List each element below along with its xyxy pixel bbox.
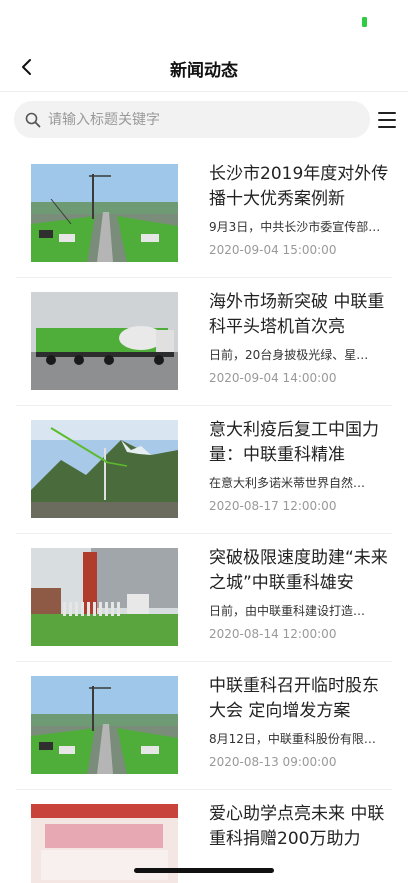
news-list: 长沙市2019年度对外传播十大优秀案例新 9月3日，中共长沙市委宣传部… 202… <box>0 150 408 883</box>
nav-bar: 新闻动态 <box>0 44 408 90</box>
news-item[interactable]: 突破极限速度助建“未来之城”中联重科雄安 日前，由中联重科建设打造… 2020-… <box>16 534 392 662</box>
news-item[interactable]: 长沙市2019年度对外传播十大优秀案例新 9月3日，中共长沙市委宣传部… 202… <box>16 150 392 278</box>
search-icon <box>24 111 42 129</box>
battery-icon <box>362 17 367 27</box>
status-bar <box>0 0 408 44</box>
news-title: 意大利疫后复工中国力量：中联重科精准 <box>209 420 379 465</box>
news-date: 2020-09-04 14:00:00 <box>209 371 337 385</box>
divider <box>0 91 408 92</box>
news-thumbnail <box>31 164 178 262</box>
news-item[interactable]: 中联重科召开临时股东大会 定向增发方案 8月12日，中联重科股份有限… 2020… <box>16 662 392 790</box>
news-date: 2020-08-14 12:00:00 <box>209 627 337 641</box>
news-desc: 日前，20台身披极光绿、星… <box>209 348 369 362</box>
news-desc: 9月3日，中共长沙市委宣传部… <box>209 220 381 234</box>
news-item[interactable]: 海外市场新突破 中联重科平头塔机首次亮 日前，20台身披极光绿、星… 2020-… <box>16 278 392 406</box>
news-thumbnail <box>31 292 178 390</box>
news-title: 长沙市2019年度对外传播十大优秀案例新 <box>209 164 389 209</box>
news-title: 爱心助学点亮未来 中联重科捐赠200万助力 <box>209 804 385 849</box>
search-box[interactable] <box>14 101 370 138</box>
news-title: 海外市场新突破 中联重科平头塔机首次亮 <box>209 292 385 337</box>
news-date: 2020-08-17 12:00:00 <box>209 499 337 513</box>
news-desc: 日前，由中联重科建设打造… <box>209 604 366 618</box>
search-input[interactable] <box>48 111 348 128</box>
home-indicator <box>134 868 274 873</box>
news-title: 突破极限速度助建“未来之城”中联重科雄安 <box>209 548 388 593</box>
menu-icon[interactable] <box>376 109 398 131</box>
news-desc: 8月12日，中联重科股份有限… <box>209 732 376 746</box>
news-thumbnail <box>31 548 178 646</box>
search-row <box>0 101 408 139</box>
news-desc: 在意大利多诺米蒂世界自然… <box>209 476 366 490</box>
page-title: 新闻动态 <box>170 61 238 81</box>
news-thumbnail <box>31 420 178 518</box>
news-date: 2020-09-04 15:00:00 <box>209 243 337 257</box>
news-date: 2020-08-13 09:00:00 <box>209 755 337 769</box>
news-title: 中联重科召开临时股东大会 定向增发方案 <box>209 676 379 721</box>
news-item[interactable]: 意大利疫后复工中国力量：中联重科精准 在意大利多诺米蒂世界自然… 2020-08… <box>16 406 392 534</box>
news-thumbnail <box>31 676 178 774</box>
